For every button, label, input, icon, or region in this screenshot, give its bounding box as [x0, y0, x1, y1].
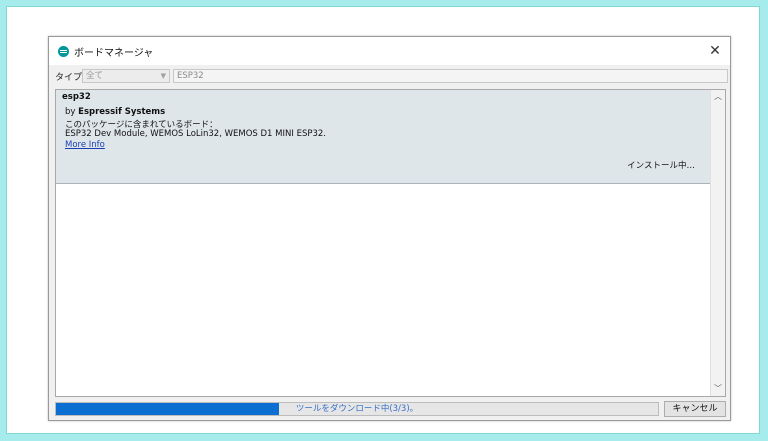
- download-progress-bar: ツールをダウンロード中(3/3)。: [55, 402, 659, 416]
- package-name: esp32: [62, 92, 91, 102]
- bottom-bar: ツールをダウンロード中(3/3)。 キャンセル: [49, 400, 730, 418]
- screenshot-frame: ボードマネージャ ✕ タイプ 全て ▼ esp32 by Espressif S…: [6, 6, 760, 434]
- progress-text: ツールをダウンロード中(3/3)。: [295, 404, 419, 414]
- author-prefix: by: [65, 107, 76, 117]
- window-title: ボードマネージャ: [74, 48, 154, 59]
- boards-list: ESP32 Dev Module, WEMOS LoLin32, WEMOS D…: [65, 129, 326, 139]
- close-button[interactable]: ✕: [700, 37, 730, 65]
- chevron-down-icon: ▼: [160, 72, 166, 80]
- scroll-up-icon[interactable]: ︿: [711, 90, 725, 104]
- board-list[interactable]: esp32 by Espressif Systems このパッケージに含まれてい…: [55, 89, 726, 397]
- list-item[interactable]: esp32 by Espressif Systems このパッケージに含まれてい…: [56, 90, 711, 184]
- type-label: タイプ: [55, 73, 83, 83]
- title-bar: ボードマネージャ ✕: [49, 37, 730, 65]
- close-icon: ✕: [709, 43, 721, 59]
- search-input[interactable]: [173, 69, 728, 83]
- more-info-link[interactable]: More Info: [65, 140, 105, 150]
- cancel-button[interactable]: キャンセル: [664, 401, 726, 417]
- scroll-down-icon[interactable]: ﹀: [711, 382, 725, 396]
- type-select-value: 全て: [86, 71, 104, 81]
- vertical-scrollbar[interactable]: ︿ ﹀: [710, 90, 725, 396]
- author-name: Espressif Systems: [78, 107, 166, 117]
- arduino-icon: [58, 46, 69, 57]
- boards-manager-dialog: ボードマネージャ ✕ タイプ 全て ▼ esp32 by Espressif S…: [48, 36, 731, 421]
- package-author: by Espressif Systems: [65, 107, 165, 117]
- install-status: インストール中…: [627, 161, 695, 171]
- filter-bar: タイプ 全て ▼: [49, 67, 730, 85]
- type-select[interactable]: 全て ▼: [82, 69, 170, 83]
